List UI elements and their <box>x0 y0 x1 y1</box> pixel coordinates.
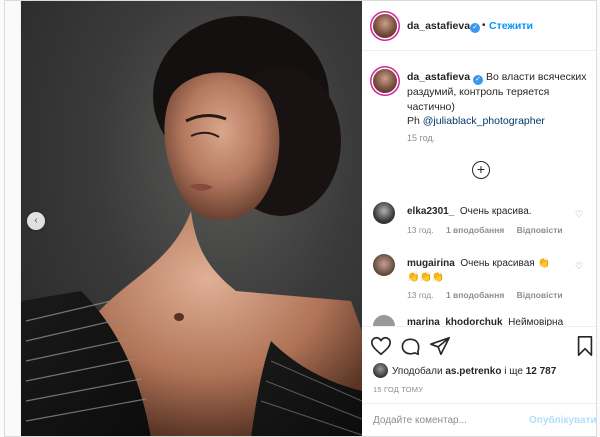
reply-button[interactable]: Відповісти <box>517 225 563 235</box>
likes-prefix: Уподобали <box>392 366 446 377</box>
comment-username[interactable]: elka2301_ <box>407 206 454 217</box>
header-username[interactable]: da_astafieva <box>407 20 470 32</box>
post-time[interactable]: 15 ГОД ТОМУ <box>373 385 423 394</box>
heart-icon[interactable] <box>370 335 392 357</box>
comment-likes[interactable]: 1 вподобання <box>446 225 504 235</box>
avatar[interactable] <box>373 69 397 93</box>
comment-meta: 13 год. 1 вподобання Відповісти <box>407 225 573 235</box>
comment-time[interactable]: 13 год. <box>407 225 434 235</box>
avatar <box>373 363 388 378</box>
add-comment-bar: Додайте коментар... Опублікувати <box>362 403 596 436</box>
likes-summary[interactable]: Уподобали as.petrenko і ще 12 787 <box>373 363 556 378</box>
comment-text: elka2301_ Очень красива. <box>407 205 572 219</box>
heart-icon[interactable]: ♡ <box>575 261 583 272</box>
portrait-illustration <box>21 16 362 436</box>
comment-body-emoji: 👏👏👏 <box>407 272 445 283</box>
verified-icon: ✓ <box>473 75 484 85</box>
post-actions: Уподобали as.petrenko і ще 12 787 15 ГОД… <box>362 326 596 436</box>
comment-text: mugairina Очень красивая 👏 👏👏👏 <box>407 257 572 285</box>
verified-icon: ✓ <box>467 20 480 33</box>
bookmark-icon[interactable] <box>574 335 596 357</box>
page: ‹ da_astafieva ✓ • Стежити da_astafieva ✓… <box>0 0 600 437</box>
comment-body: Очень красива. <box>459 206 532 217</box>
reply-button[interactable]: Відповісти <box>517 290 563 300</box>
comment-time[interactable]: 13 год. <box>407 290 434 300</box>
plus-circle-icon[interactable]: + <box>472 161 490 179</box>
post-modal: ‹ da_astafieva ✓ • Стежити da_astafieva ✓… <box>4 0 597 437</box>
comment-icon[interactable] <box>399 335 421 357</box>
mention-link[interactable]: @juliablack_photographer <box>423 115 545 127</box>
comment-username[interactable]: mugairina <box>407 258 455 269</box>
separator: • <box>482 20 486 31</box>
avatar[interactable] <box>373 14 397 38</box>
follow-button[interactable]: Стежити <box>489 20 533 32</box>
caption-time[interactable]: 15 год. <box>407 133 435 143</box>
ph-prefix: Ph <box>407 115 423 127</box>
caption-text: da_astafieva ✓ Во власти всяческих раздум… <box>407 70 587 129</box>
caption-username[interactable]: da_astafieva <box>407 71 470 83</box>
post-sidebar: da_astafieva ✓ • Стежити da_astafieva ✓ В… <box>362 1 596 436</box>
comment-body: Очень красивая 👏 <box>460 258 550 269</box>
comment-meta: 13 год. 1 вподобання Відповісти <box>407 290 573 300</box>
likes-count[interactable]: 12 787 <box>526 366 557 377</box>
publish-button[interactable]: Опублікувати <box>529 415 596 426</box>
post-photo[interactable]: ‹ <box>21 1 362 436</box>
comment-input[interactable]: Додайте коментар... <box>373 415 467 426</box>
caption: da_astafieva ✓ Во власти всяческих раздум… <box>362 51 596 201</box>
chevron-left-icon[interactable]: ‹ <box>27 212 45 230</box>
likes-middle: і ще <box>501 366 526 377</box>
post-header: da_astafieva ✓ • Стежити <box>362 1 596 51</box>
share-icon[interactable] <box>429 335 451 357</box>
comment-likes[interactable]: 1 вподобання <box>446 290 504 300</box>
avatar[interactable] <box>373 202 395 224</box>
likes-user[interactable]: as.petrenko <box>445 366 501 377</box>
avatar[interactable] <box>373 254 395 276</box>
left-gutter <box>5 1 21 436</box>
heart-icon[interactable]: ♡ <box>575 209 583 220</box>
